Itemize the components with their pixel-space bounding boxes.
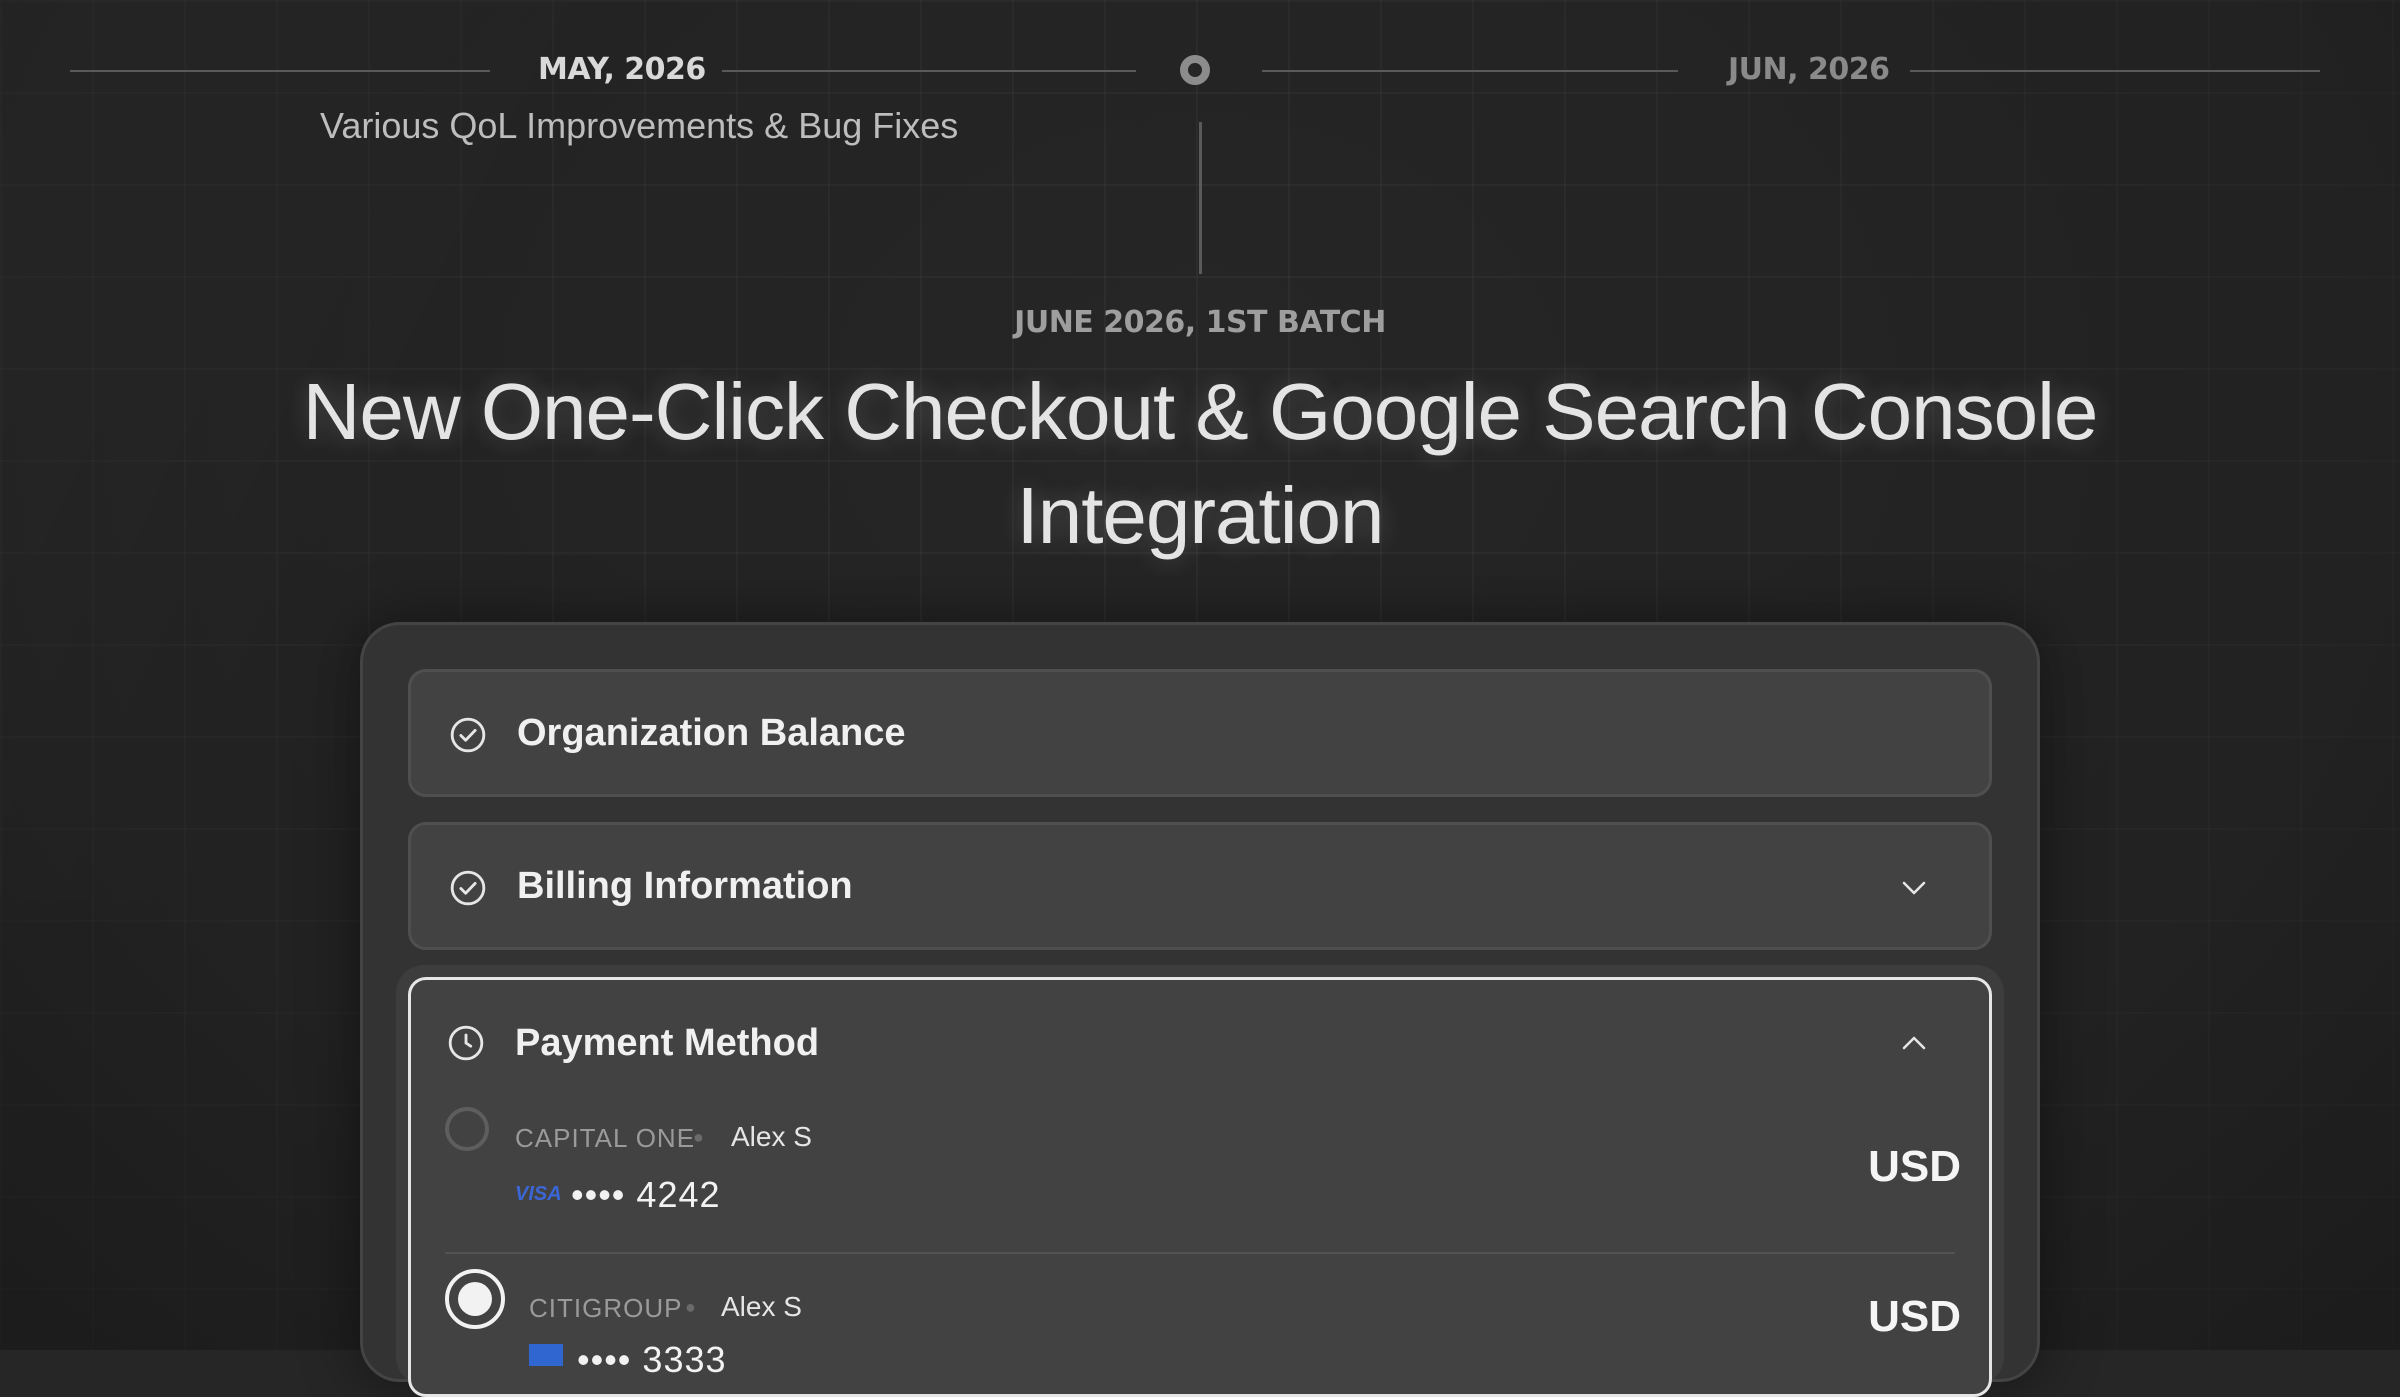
timeline-line bbox=[1910, 70, 2320, 72]
release-title: New One-Click Checkout & Google Search C… bbox=[302, 367, 2099, 560]
card-number: •••• 3333 bbox=[577, 1339, 727, 1380]
timeline-prev-date[interactable]: MAY, 2026 bbox=[538, 52, 706, 87]
step-label: Billing Information bbox=[517, 865, 853, 907]
release-batch: JUNE 2026, 1ST BATCH bbox=[1014, 305, 1386, 340]
chevron-up-icon[interactable] bbox=[1899, 1028, 1929, 1058]
card-bank: CAPITAL ONE bbox=[515, 1123, 696, 1153]
timeline-line bbox=[1262, 70, 1678, 72]
check-circle-icon bbox=[450, 717, 486, 753]
payment-method-panel: Payment Method CAPITAL ONE ● Alex S VISA… bbox=[396, 965, 2004, 1397]
card-currency: USD bbox=[1868, 1142, 1961, 1191]
timeline-current-node[interactable] bbox=[1180, 55, 1210, 85]
card-currency: USD bbox=[1868, 1292, 1961, 1341]
timeline-line bbox=[722, 70, 1136, 72]
divider bbox=[445, 1252, 1955, 1254]
card-radio[interactable] bbox=[445, 1107, 489, 1151]
timeline-line bbox=[70, 70, 490, 72]
timeline-stem bbox=[1199, 122, 1202, 274]
step-label: Organization Balance bbox=[517, 712, 906, 754]
card-bank: CITIGROUP bbox=[529, 1293, 683, 1323]
step-payment-method[interactable]: Payment Method CAPITAL ONE ● Alex S VISA… bbox=[408, 977, 1992, 1397]
check-circle-icon bbox=[450, 870, 486, 906]
timeline-prev-subtitle[interactable]: Various QoL Improvements & Bug Fixes bbox=[320, 105, 958, 147]
separator-dot: ● bbox=[685, 1297, 696, 1317]
step-billing-information[interactable]: Billing Information bbox=[408, 822, 1992, 950]
card-radio-selected[interactable] bbox=[445, 1269, 505, 1329]
amex-logo-icon bbox=[529, 1344, 563, 1366]
clock-icon bbox=[448, 1025, 484, 1061]
card-number: •••• 4242 bbox=[571, 1174, 721, 1215]
card-holder: Alex S bbox=[721, 1291, 802, 1322]
visa-logo-icon: VISA bbox=[515, 1183, 562, 1205]
chevron-down-icon[interactable] bbox=[1899, 873, 1929, 903]
step-label: Payment Method bbox=[515, 1022, 820, 1064]
card-holder: Alex S bbox=[731, 1121, 812, 1152]
separator-dot: ● bbox=[693, 1127, 704, 1147]
step-organization-balance[interactable]: Organization Balance bbox=[408, 669, 1992, 797]
timeline-next-date[interactable]: JUN, 2026 bbox=[1728, 52, 1890, 87]
